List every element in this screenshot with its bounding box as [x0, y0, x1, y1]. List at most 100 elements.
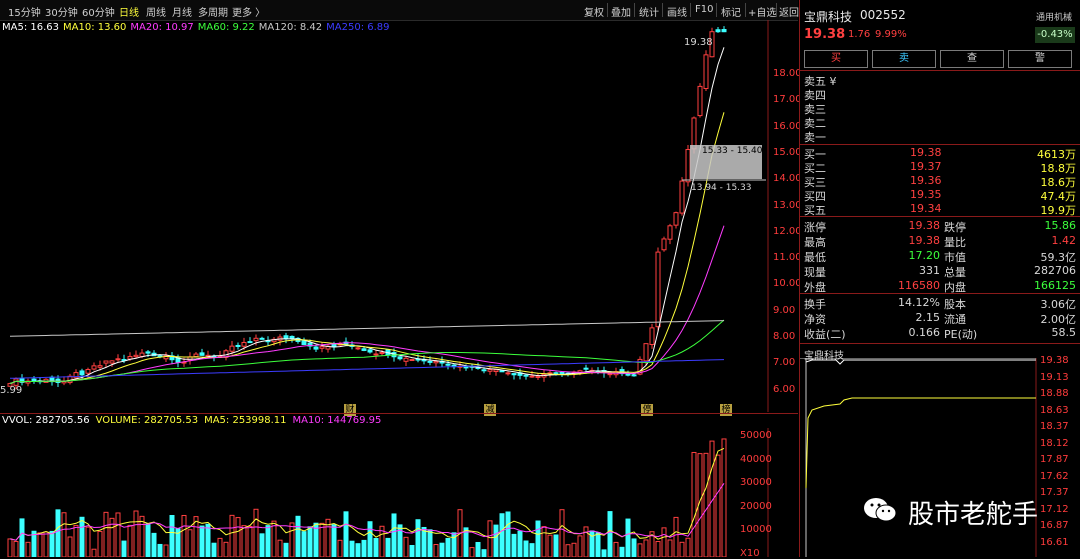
intraday-axis-tick: 18.63 [1040, 404, 1069, 416]
stat-value: 0.166 [908, 326, 941, 339]
period-more[interactable]: 更多 〉 [232, 4, 265, 19]
stat-value: 19.38 [908, 219, 941, 232]
event-marker-halt[interactable]: 停 [641, 404, 653, 416]
period-toolbar: 15分钟 30分钟 60分钟 日线 周线 月线 多周期 更多 〉 复权 叠加 统… [0, 0, 799, 21]
range-label-1: 15.33 - 15.40 [702, 146, 763, 156]
sector-name[interactable]: 通用机械 [1036, 10, 1072, 23]
volume-bar [619, 546, 625, 557]
stat-label: 市值 [944, 251, 966, 264]
volume-axis-tick: 50000 [740, 430, 772, 441]
candle [367, 349, 373, 353]
volume-bar [67, 536, 73, 557]
volume-bar [205, 523, 211, 557]
candle [661, 238, 667, 251]
volume-bar [655, 540, 661, 557]
price-axis-tick: 6.00 [773, 383, 796, 395]
candle [91, 365, 97, 370]
f10-button[interactable]: F10 [695, 4, 713, 15]
stat-value: 2.00亿 [1040, 313, 1077, 326]
volume-bar [127, 524, 133, 557]
intraday-axis-tick: 19.13 [1040, 371, 1069, 383]
volume-chart[interactable] [0, 428, 798, 557]
stat-value: 331 [919, 264, 940, 277]
candle [433, 360, 439, 364]
candlestick-chart[interactable] [0, 20, 798, 412]
overlay-button[interactable]: 叠加 [611, 4, 631, 19]
candle [673, 212, 679, 226]
sell-button[interactable]: 卖 [872, 50, 936, 68]
volume-legend-item: MA5: 253998.11 [204, 415, 287, 426]
period-daily[interactable]: 日线 [119, 4, 139, 19]
volume-bar [607, 511, 613, 557]
period-15min[interactable]: 15分钟 [8, 4, 41, 19]
period-monthly[interactable]: 月线 [172, 4, 192, 19]
add-watchlist-button[interactable]: +自选 [748, 4, 776, 19]
ma-line-120 [9, 320, 725, 337]
back-button[interactable]: 返回 [779, 4, 799, 19]
volume-bar [133, 510, 139, 557]
statistics-button[interactable]: 统计 [639, 4, 659, 19]
volume-bar [403, 536, 409, 557]
stat-label: 股本 [944, 298, 966, 311]
volume-bar [79, 516, 85, 557]
stat-value: 3.06亿 [1040, 298, 1077, 311]
volume-bar [187, 529, 193, 557]
volume-bar [247, 525, 253, 557]
bid-price: 19.35 [910, 188, 942, 201]
stat-label: 跌停 [944, 221, 966, 234]
period-30min[interactable]: 30分钟 [45, 4, 78, 19]
price-axis-tick: 10.00 [773, 278, 802, 290]
query-button[interactable]: 查 [940, 50, 1004, 68]
volume-bar [337, 539, 343, 557]
volume-bar [367, 521, 373, 557]
volume-bar [445, 537, 451, 557]
candle [115, 358, 121, 361]
stat-value: 1.42 [1051, 234, 1077, 247]
volume-bar [331, 524, 337, 557]
candle [109, 360, 115, 364]
volume-bar [181, 514, 187, 557]
restore-rights-button[interactable]: 复权 [584, 4, 604, 19]
volume-bar [571, 542, 577, 557]
volume-bar [637, 543, 643, 557]
volume-bar [691, 451, 697, 557]
volume-bar [613, 541, 619, 557]
candle [481, 369, 487, 372]
period-multi[interactable]: 多周期 [198, 4, 228, 19]
volume-bar [301, 531, 307, 557]
volume-bar [97, 530, 103, 557]
price-axis-tick: 16.00 [773, 120, 802, 132]
stat-label: 换手 [804, 298, 826, 311]
volume-bar [73, 524, 79, 557]
event-marker-reduce[interactable]: 减 [484, 404, 496, 416]
volume-bar [715, 454, 721, 557]
volume-bar [211, 542, 217, 557]
volume-bar [475, 541, 481, 557]
volume-bar [55, 509, 61, 557]
candle [199, 352, 205, 356]
period-weekly[interactable]: 周线 [146, 4, 166, 19]
stat-label: PE(动) [944, 328, 978, 341]
stat-value: 15.86 [1044, 219, 1077, 232]
buy-button[interactable]: 买 [804, 50, 868, 68]
volume-bar [487, 520, 493, 557]
period-60min[interactable]: 60分钟 [82, 4, 115, 19]
candle [283, 335, 289, 340]
stat-label: 总量 [944, 266, 966, 279]
volume-bar [541, 526, 547, 557]
volume-bar [61, 512, 67, 557]
intraday-axis-tick: 17.62 [1040, 470, 1069, 482]
high-price-label: 19.38 [684, 37, 713, 48]
draw-line-button[interactable]: 画线 [667, 4, 687, 19]
candle [535, 375, 541, 378]
event-marker-list[interactable]: 榜 [720, 404, 732, 416]
stat-label: 涨停 [804, 221, 826, 234]
mark-button[interactable]: 标记 [721, 4, 741, 19]
volume-bar [43, 531, 49, 557]
stat-value: 58.5 [1051, 326, 1077, 339]
candle [667, 225, 673, 240]
volume-bar [643, 539, 649, 557]
intraday-axis-tick: 18.88 [1040, 388, 1069, 399]
alert-button[interactable]: 警 [1008, 50, 1072, 68]
volume-bar [49, 530, 55, 557]
